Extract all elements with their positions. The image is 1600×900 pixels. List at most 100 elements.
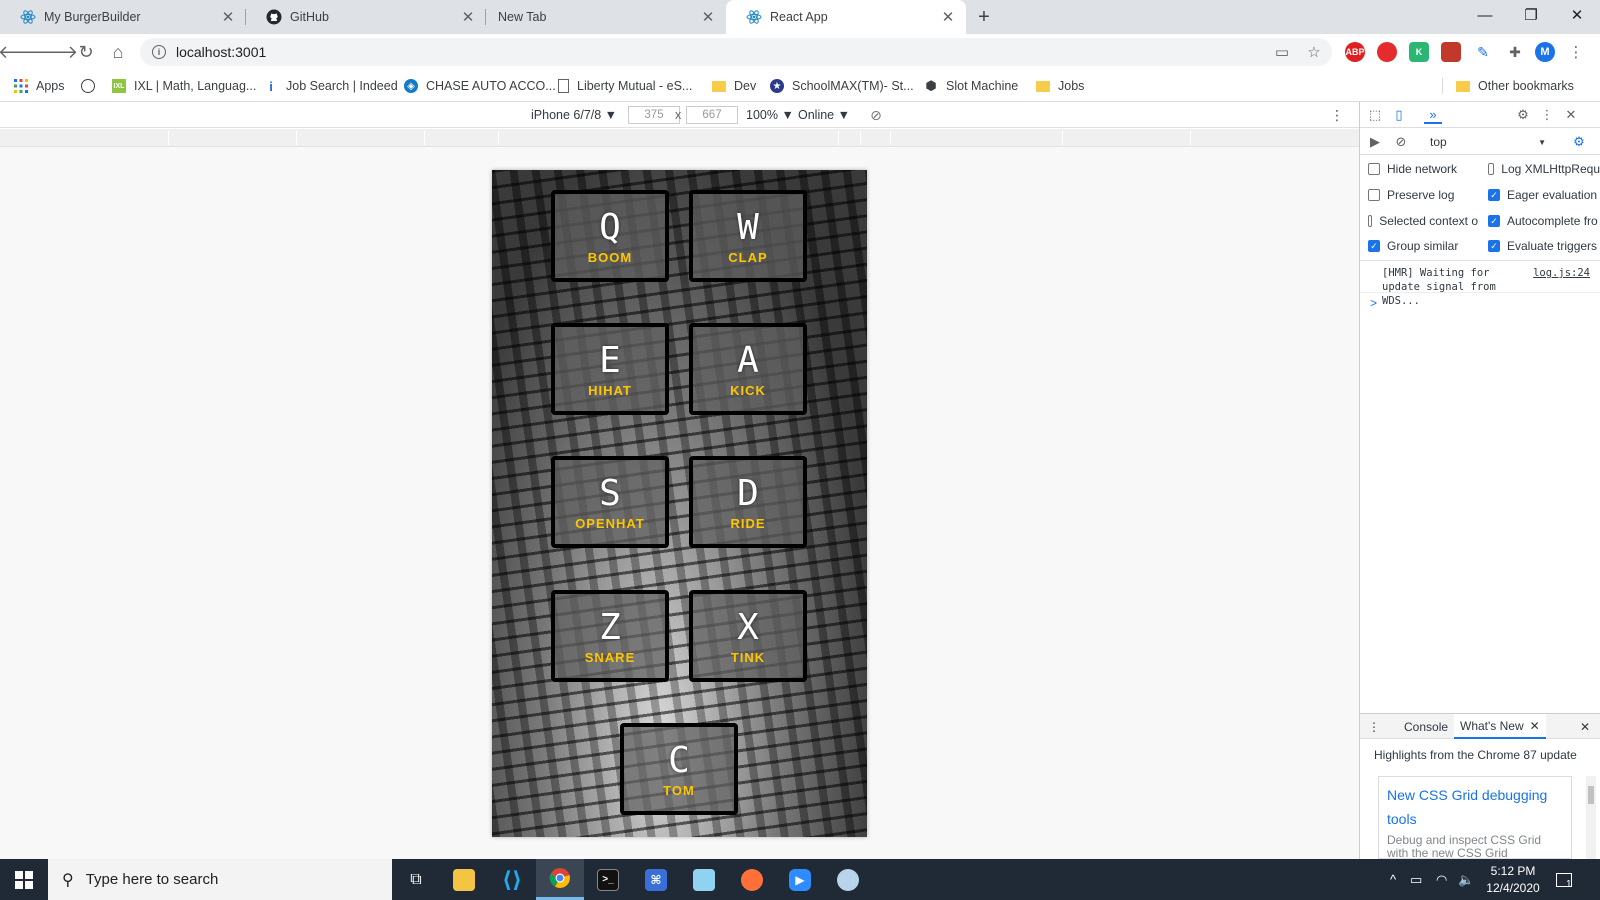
close-icon[interactable]: ✕	[460, 9, 476, 26]
show-hidden-icons[interactable]: ^	[1390, 859, 1396, 900]
notes-app-icon[interactable]	[680, 859, 728, 900]
device-toggle-icon[interactable]: ▯	[1390, 106, 1408, 124]
zoom-select[interactable]: 100% ▼	[746, 106, 794, 124]
settings-gear-icon[interactable]: ⚙	[1514, 106, 1532, 124]
minimize-button[interactable]: —	[1462, 0, 1508, 30]
viewport-width-input[interactable]: 375	[628, 106, 680, 124]
notifications-icon[interactable]: 1	[1556, 859, 1572, 900]
setting-evaluate-triggers[interactable]: ✓ Evaluate triggers	[1488, 237, 1600, 255]
bookmark-liberty-mutual[interactable]: Liberty Mutual - eS...	[558, 76, 692, 96]
setting-autocomplete[interactable]: ✓ Autocomplete fro	[1488, 212, 1600, 230]
maximize-button[interactable]: ❐	[1508, 0, 1554, 30]
extension-icon[interactable]: ✎	[1473, 42, 1493, 62]
drum-pad-q[interactable]: Q BOOM	[551, 190, 669, 282]
adblock-extension-icon[interactable]: ABP	[1345, 42, 1365, 62]
tab-my-burgerbuilder[interactable]: My BurgerBuilder ✕	[0, 0, 246, 34]
tab-react-app[interactable]: React App ✕	[726, 0, 966, 34]
terminal-icon[interactable]: >_	[584, 859, 632, 900]
more-options-icon[interactable]: ⋮	[1330, 106, 1344, 124]
checkbox-checked[interactable]: ✓	[1488, 189, 1500, 201]
chrome-icon[interactable]	[536, 859, 584, 900]
console-settings-gear-icon[interactable]: ⚙	[1570, 133, 1588, 151]
devtools-menu-icon[interactable]: ⋮	[1538, 106, 1556, 124]
checkbox[interactable]	[1368, 189, 1380, 201]
vscode-icon[interactable]: ⟨⟩	[488, 859, 536, 900]
taskbar-search-input[interactable]: ⚲ Type here to search	[48, 859, 392, 900]
drum-pad-c[interactable]: C TOM	[620, 723, 738, 815]
context-select[interactable]: top ▼	[1426, 133, 1550, 151]
close-icon[interactable]: ✕	[700, 9, 716, 26]
close-icon[interactable]: ✕	[1530, 719, 1540, 733]
drum-pad-s[interactable]: S OPENHAT	[551, 456, 669, 548]
wifi-icon[interactable]: ◠	[1436, 859, 1447, 900]
drum-pad-z[interactable]: Z SNARE	[551, 590, 669, 682]
setting-group-similar[interactable]: ✓ Group similar	[1368, 237, 1458, 255]
bookmark-chase[interactable]: ◈ CHASE AUTO ACCO...	[404, 76, 556, 96]
network-app-icon[interactable]: ⌘	[632, 859, 680, 900]
checkbox[interactable]	[1368, 215, 1373, 227]
forward-button[interactable]: 🡒	[30, 38, 78, 66]
bookmark-ixl[interactable]: IXL IXL | Math, Languag...	[112, 76, 256, 96]
card-title-link[interactable]: New CSS Grid debugging tools	[1387, 783, 1563, 831]
setting-eager-evaluation[interactable]: ✓ Eager evaluation	[1488, 186, 1600, 204]
checkbox-checked[interactable]: ✓	[1488, 215, 1500, 227]
close-window-button[interactable]: ✕	[1554, 0, 1600, 30]
bookmark-folder-jobs[interactable]: Jobs	[1036, 76, 1084, 96]
setting-selected-context[interactable]: Selected context o	[1368, 212, 1478, 230]
whats-new-card[interactable]: New CSS Grid debugging tools Debug and i…	[1378, 776, 1572, 859]
firefox-icon[interactable]	[728, 859, 776, 900]
file-explorer-icon[interactable]	[440, 859, 488, 900]
setting-hide-network[interactable]: Hide network	[1368, 160, 1457, 178]
drawer-scrollbar[interactable]	[1586, 776, 1596, 859]
reload-button[interactable]: ↻	[72, 38, 100, 66]
drum-pad-w[interactable]: W CLAP	[689, 190, 807, 282]
setting-preserve-log[interactable]: Preserve log	[1368, 186, 1454, 204]
close-icon[interactable]: ✕	[940, 9, 956, 26]
checkbox-checked[interactable]: ✓	[1488, 240, 1500, 252]
checkbox[interactable]	[1488, 163, 1495, 175]
chrome-menu-icon[interactable]: ⋮	[1562, 38, 1590, 66]
tab-whats-new[interactable]: What's New ✕	[1454, 714, 1546, 739]
console-prompt[interactable]: >	[1370, 296, 1377, 310]
taskbar-clock[interactable]: 5:12 PM 12/4/2020	[1478, 863, 1548, 897]
tab-new-tab[interactable]: New Tab ✕	[486, 0, 726, 34]
zoom-icon[interactable]: ▶	[776, 859, 824, 900]
tab-console[interactable]: Console	[1398, 714, 1454, 739]
more-tabs-icon[interactable]: »	[1424, 106, 1442, 124]
log-source-link[interactable]: log.js:24	[1533, 266, 1590, 280]
bookmark-apps[interactable]: Apps	[14, 76, 65, 96]
sidebar-toggle-icon[interactable]: ▶	[1366, 133, 1384, 151]
profile-avatar[interactable]: M	[1535, 42, 1555, 62]
bookmark-globe[interactable]	[81, 76, 103, 96]
app-icon[interactable]	[824, 859, 872, 900]
k-extension-icon[interactable]: K	[1409, 42, 1429, 62]
new-tab-button[interactable]: +	[972, 6, 996, 28]
close-devtools-icon[interactable]: ✕	[1562, 106, 1580, 124]
bookmark-folder-dev[interactable]: Dev	[712, 76, 756, 96]
setting-log-xmlhttprequests[interactable]: Log XMLHttpRequ	[1488, 160, 1600, 178]
clear-console-icon[interactable]: ⊘	[1392, 133, 1410, 151]
task-view-icon[interactable]: ⧉	[392, 859, 440, 900]
drawer-menu-icon[interactable]: ⋮	[1368, 714, 1380, 739]
rotate-icon[interactable]: ⊘	[868, 106, 884, 124]
inspect-element-icon[interactable]: ⬚	[1366, 106, 1384, 124]
start-button[interactable]	[0, 859, 48, 900]
close-icon[interactable]: ✕	[220, 9, 236, 26]
drum-pad-e[interactable]: E HIHAT	[551, 323, 669, 415]
drum-pad-x[interactable]: X TINK	[689, 590, 807, 682]
drum-pad-a[interactable]: A KICK	[689, 323, 807, 415]
bookmark-star-icon[interactable]: ☆	[1300, 38, 1328, 66]
bookmark-slot-machine[interactable]: ⬢ Slot Machine	[924, 76, 1018, 96]
extension-icon[interactable]	[1377, 42, 1397, 62]
drum-pad-d[interactable]: D RIDE	[689, 456, 807, 548]
puzzle-extensions-icon[interactable]: ✚	[1505, 42, 1525, 62]
checkbox[interactable]	[1368, 163, 1380, 175]
bookmark-indeed[interactable]: i Job Search | Indeed	[264, 76, 397, 96]
home-button[interactable]: ⌂	[104, 38, 132, 66]
bookmark-other-bookmarks[interactable]: Other bookmarks	[1456, 76, 1574, 96]
bookmark-schoolmax[interactable]: ★ SchoolMAX(TM)- St...	[770, 76, 914, 96]
viewport-height-input[interactable]: 667	[686, 106, 738, 124]
device-select[interactable]: iPhone 6/7/8 ▼	[531, 106, 617, 124]
checkbox-checked[interactable]: ✓	[1368, 240, 1380, 252]
address-bar[interactable]: i localhost:3001	[140, 38, 1332, 66]
